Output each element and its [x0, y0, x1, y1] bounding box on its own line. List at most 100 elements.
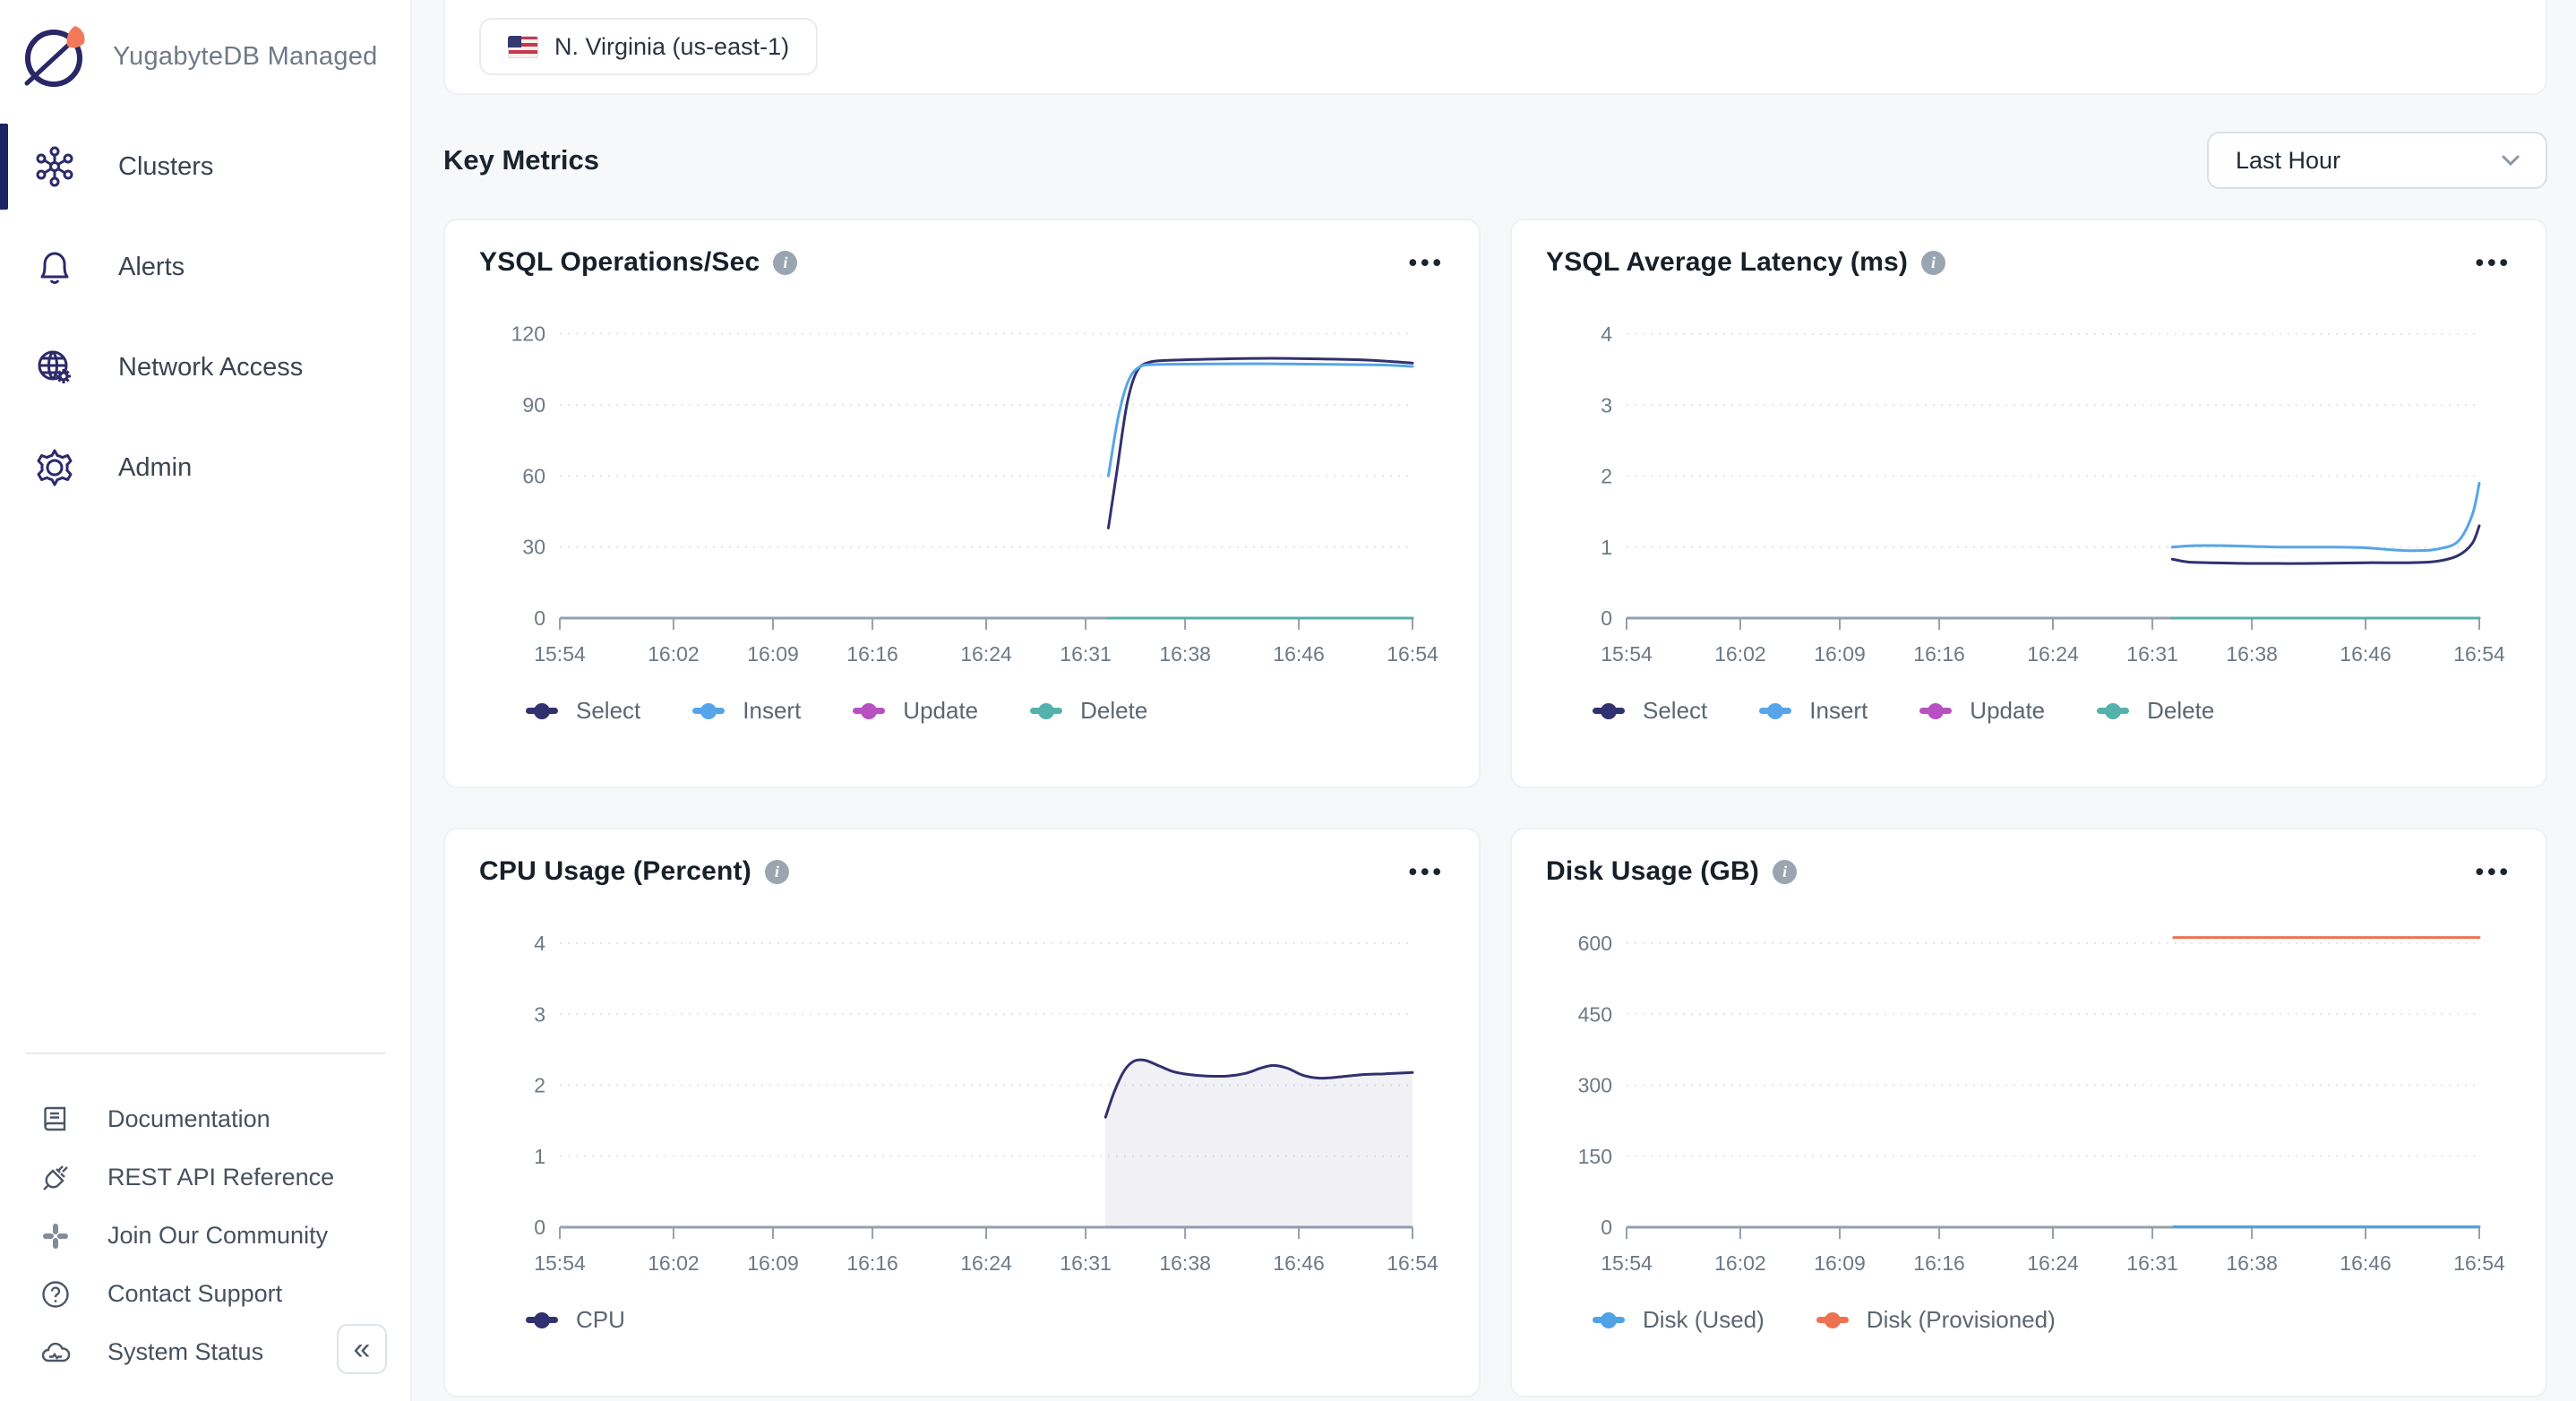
legend-item-update[interactable]: Update: [853, 697, 978, 725]
svg-text:4: 4: [534, 932, 545, 955]
legend-label: Disk (Used): [1643, 1306, 1765, 1334]
sidebar-item-network-access[interactable]: Network Access: [0, 317, 410, 417]
question-circle-icon: [39, 1278, 72, 1311]
footer-item-label: Join Our Community: [107, 1222, 328, 1250]
svg-text:16:02: 16:02: [648, 642, 700, 666]
chart-title: CPU Usage (Percent): [479, 856, 751, 887]
sidebar-item-admin[interactable]: Admin: [0, 417, 410, 518]
more-menu-icon[interactable]: •••: [2476, 249, 2512, 277]
main-content: N. Virginia (us-east-1) Key Metrics Last…: [412, 0, 2576, 1401]
svg-text:16:16: 16:16: [1913, 642, 1965, 666]
sidebar-item-alerts[interactable]: Alerts: [0, 217, 410, 317]
svg-text:16:02: 16:02: [1714, 1251, 1766, 1275]
legend-label: Disk (Provisioned): [1867, 1306, 2056, 1334]
sidebar-item-label: Admin: [118, 453, 192, 483]
legend-label: CPU: [576, 1306, 625, 1334]
legend-item-insert[interactable]: Insert: [1759, 697, 1868, 725]
svg-text:16:16: 16:16: [1913, 1251, 1965, 1275]
legend-item-select[interactable]: Select: [1593, 697, 1707, 725]
top-panel: N. Virginia (us-east-1): [443, 0, 2547, 95]
svg-text:16:09: 16:09: [747, 642, 799, 666]
svg-text:16:54: 16:54: [2453, 642, 2505, 666]
svg-text:16:31: 16:31: [2126, 1251, 2178, 1275]
clusters-icon: [34, 146, 75, 187]
legend-item-cpu[interactable]: CPU: [526, 1306, 625, 1334]
sidebar-nav: Clusters Alerts: [0, 116, 410, 518]
legend-item-delete[interactable]: Delete: [2097, 697, 2214, 725]
svg-text:16:46: 16:46: [1273, 642, 1325, 666]
us-flag-icon: [508, 36, 538, 58]
sidebar-item-join-our-community[interactable]: Join Our Community: [0, 1207, 410, 1265]
svg-text:16:24: 16:24: [2027, 642, 2079, 666]
svg-text:16:38: 16:38: [2226, 642, 2278, 666]
active-indicator: [0, 124, 8, 210]
svg-text:0: 0: [534, 1216, 545, 1239]
legend-marker-icon: [853, 703, 885, 719]
sidebar-divider: [25, 1053, 385, 1054]
more-menu-icon[interactable]: •••: [1409, 249, 1445, 277]
legend-marker-icon: [526, 703, 558, 719]
sidebar-item-documentation[interactable]: Documentation: [0, 1090, 410, 1148]
chart-canvas: 0123415:5416:0216:0916:1616:2416:3116:38…: [1546, 305, 2512, 681]
svg-text:2: 2: [534, 1074, 545, 1097]
svg-text:16:02: 16:02: [648, 1251, 700, 1275]
legend-marker-icon: [1919, 703, 1952, 719]
legend-item-insert[interactable]: Insert: [692, 697, 801, 725]
legend-marker-icon: [1030, 703, 1062, 719]
sidebar-item-contact-support[interactable]: Contact Support: [0, 1265, 410, 1323]
info-icon[interactable]: i: [765, 860, 789, 884]
svg-text:3: 3: [1601, 393, 1612, 417]
logo[interactable]: YugabyteDB Managed: [0, 0, 410, 113]
svg-text:60: 60: [522, 464, 545, 487]
sidebar-item-label: Clusters: [118, 152, 213, 182]
svg-text:120: 120: [511, 322, 545, 346]
time-range-select[interactable]: Last Hour: [2207, 132, 2547, 189]
chart-title: Disk Usage (GB): [1546, 856, 1759, 887]
more-menu-icon[interactable]: •••: [1409, 858, 1445, 886]
footer-item-label: Contact Support: [107, 1280, 282, 1308]
svg-text:16:46: 16:46: [1273, 1251, 1325, 1275]
svg-text:1: 1: [534, 1145, 545, 1168]
sidebar-item-clusters[interactable]: Clusters: [0, 116, 410, 217]
yugabyte-logo-icon: [18, 21, 90, 92]
info-icon[interactable]: i: [1921, 251, 1945, 275]
svg-text:16:31: 16:31: [1060, 642, 1112, 666]
chart-legend: CPU: [526, 1306, 1445, 1334]
metrics-grid: YSQL Operations/Sec i ••• 030609012015:5…: [443, 219, 2547, 1397]
legend-item-delete[interactable]: Delete: [1030, 697, 1147, 725]
svg-text:16:16: 16:16: [846, 1251, 898, 1275]
footer-item-label: System Status: [107, 1338, 263, 1366]
svg-text:16:54: 16:54: [2453, 1251, 2505, 1275]
page-title: Key Metrics: [443, 144, 599, 176]
sidebar: YugabyteDB Managed Clusters Alerts: [0, 0, 412, 1401]
region-chip[interactable]: N. Virginia (us-east-1): [479, 18, 818, 75]
legend-item-disk-provisioned[interactable]: Disk (Provisioned): [1816, 1306, 2056, 1334]
legend-marker-icon: [1759, 703, 1791, 719]
info-icon[interactable]: i: [1773, 860, 1797, 884]
more-menu-icon[interactable]: •••: [2476, 858, 2512, 886]
sidebar-item-rest-api-reference[interactable]: REST API Reference: [0, 1148, 410, 1207]
legend-marker-icon: [2097, 703, 2129, 719]
svg-text:16:09: 16:09: [747, 1251, 799, 1275]
legend-label: Delete: [1080, 697, 1147, 725]
svg-text:16:38: 16:38: [2226, 1251, 2278, 1275]
legend-label: Insert: [743, 697, 801, 725]
collapse-sidebar-button[interactable]: «: [337, 1324, 387, 1374]
svg-text:0: 0: [1601, 606, 1612, 630]
svg-text:0: 0: [534, 606, 545, 630]
legend-marker-icon: [526, 1312, 558, 1328]
svg-text:16:24: 16:24: [2027, 1251, 2079, 1275]
info-icon[interactable]: i: [773, 251, 797, 275]
svg-text:600: 600: [1578, 932, 1612, 955]
legend-item-update[interactable]: Update: [1919, 697, 2045, 725]
legend-label: Update: [1970, 697, 2045, 725]
sidebar-item-label: Alerts: [118, 253, 185, 282]
svg-text:16:46: 16:46: [2340, 642, 2391, 666]
legend-item-select[interactable]: Select: [526, 697, 640, 725]
chart-legend: Select Insert Update Delete: [1593, 697, 2512, 725]
legend-item-disk-used[interactable]: Disk (Used): [1593, 1306, 1765, 1334]
chart-legend: Select Insert Update Delete: [526, 697, 1445, 725]
svg-text:16:24: 16:24: [960, 642, 1012, 666]
svg-text:450: 450: [1578, 1002, 1612, 1026]
footer-item-label: REST API Reference: [107, 1164, 334, 1191]
